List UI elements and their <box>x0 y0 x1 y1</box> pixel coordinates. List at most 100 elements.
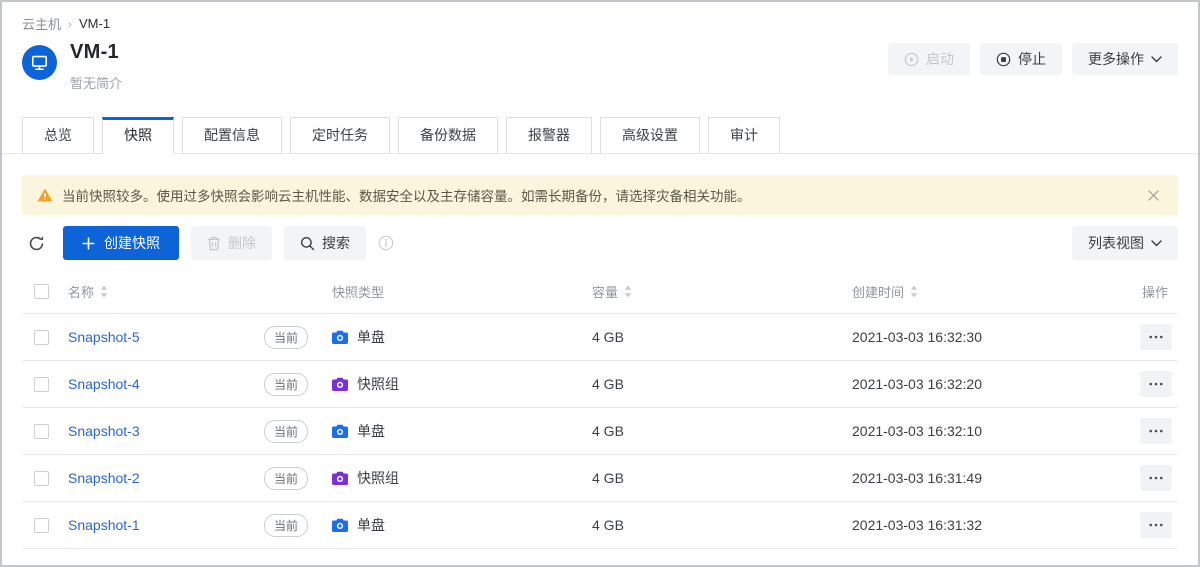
capacity-value: 4 GB <box>592 470 852 486</box>
monitor-icon <box>30 53 49 72</box>
delete-button-label: 删除 <box>228 233 256 253</box>
row-actions-button[interactable] <box>1140 324 1172 350</box>
start-button[interactable]: 启动 <box>888 43 970 75</box>
created-time-value: 2021-03-03 16:32:10 <box>852 423 1112 439</box>
delete-button[interactable]: 删除 <box>191 226 272 260</box>
tab-scheduled-tasks[interactable]: 定时任务 <box>290 117 390 153</box>
row-checkbox[interactable] <box>34 518 49 533</box>
stop-circle-icon <box>996 52 1011 67</box>
created-time-value: 2021-03-03 16:32:20 <box>852 376 1112 392</box>
breadcrumb-current: VM-1 <box>79 16 110 31</box>
vm-avatar <box>22 45 57 80</box>
breadcrumb-root[interactable]: 云主机 <box>22 14 61 33</box>
table-row: Snapshot-4 当前 快照组 4 GB 2021-03-03 16:32:… <box>22 361 1178 408</box>
vm-detail-page: { "colors": { "primary": "#0c64d8", "lin… <box>0 0 1200 567</box>
column-header-name[interactable]: 名称 <box>68 282 94 301</box>
snapshot-name-link[interactable]: Snapshot-2 <box>68 470 140 486</box>
snapshot-name-link[interactable]: Snapshot-3 <box>68 423 140 439</box>
start-button-label: 启动 <box>926 49 954 69</box>
current-badge: 当前 <box>264 420 308 443</box>
table-header: 名称 快照类型 容量 创建时间 操作 <box>22 270 1178 314</box>
create-snapshot-button[interactable]: 创建快照 <box>63 226 179 260</box>
view-mode-label: 列表视图 <box>1088 233 1144 253</box>
warning-banner-text: 当前快照较多。使用过多快照会影响云主机性能、数据安全以及主存储容量。如需长期备份… <box>62 185 751 205</box>
camera-icon <box>332 330 348 344</box>
sort-icon[interactable] <box>100 285 108 298</box>
tab-bar: 总览 快照 配置信息 定时任务 备份数据 报警器 高级设置 审计 <box>2 117 1198 154</box>
snapshot-name-link[interactable]: Snapshot-1 <box>68 517 140 533</box>
row-actions-button[interactable] <box>1140 465 1172 491</box>
page-title: VM-1 <box>70 41 122 64</box>
breadcrumb: 云主机 › VM-1 <box>2 2 1198 33</box>
stop-button[interactable]: 停止 <box>980 43 1062 75</box>
snapshot-name-link[interactable]: Snapshot-4 <box>68 376 140 392</box>
tab-backup-data[interactable]: 备份数据 <box>398 117 498 153</box>
snapshot-type-label: 快照组 <box>357 468 399 488</box>
close-icon[interactable] <box>1144 186 1163 205</box>
info-icon[interactable] <box>378 235 394 251</box>
created-time-value: 2021-03-03 16:32:30 <box>852 329 1112 345</box>
more-horizontal-icon <box>1149 523 1163 527</box>
select-all-checkbox[interactable] <box>34 284 49 299</box>
stop-button-label: 停止 <box>1018 49 1046 69</box>
table-row: Snapshot-2 当前 快照组 4 GB 2021-03-03 16:31:… <box>22 455 1178 502</box>
snapshot-type-label: 单盘 <box>357 421 385 441</box>
warning-icon <box>37 188 53 202</box>
tab-audit[interactable]: 审计 <box>708 117 780 153</box>
row-actions-button[interactable] <box>1140 371 1172 397</box>
chevron-down-icon <box>1151 240 1162 247</box>
capacity-value: 4 GB <box>592 517 852 533</box>
more-horizontal-icon <box>1149 382 1163 386</box>
tab-content: 当前快照较多。使用过多快照会影响云主机性能、数据安全以及主存储容量。如需长期备份… <box>2 175 1198 549</box>
trash-icon <box>207 236 221 251</box>
capacity-value: 4 GB <box>592 423 852 439</box>
tab-advanced-settings[interactable]: 高级设置 <box>600 117 700 153</box>
search-button-label: 搜索 <box>322 233 350 253</box>
camera-icon <box>332 377 348 391</box>
table-row: Snapshot-3 当前 单盘 4 GB 2021-03-03 16:32:1… <box>22 408 1178 455</box>
row-actions-button[interactable] <box>1140 418 1172 444</box>
plus-icon <box>82 237 95 250</box>
more-actions-label: 更多操作 <box>1088 49 1144 69</box>
column-header-type: 快照类型 <box>332 282 384 301</box>
current-badge: 当前 <box>264 514 308 537</box>
view-mode-select[interactable]: 列表视图 <box>1072 226 1178 260</box>
search-button[interactable]: 搜索 <box>284 226 366 260</box>
refresh-button[interactable] <box>22 229 51 258</box>
snapshot-name-link[interactable]: Snapshot-5 <box>68 329 140 345</box>
created-time-value: 2021-03-03 16:31:32 <box>852 517 1112 533</box>
row-checkbox[interactable] <box>34 330 49 345</box>
more-actions-button[interactable]: 更多操作 <box>1072 43 1178 75</box>
table-row: Snapshot-1 当前 单盘 4 GB 2021-03-03 16:31:3… <box>22 502 1178 549</box>
tab-overview[interactable]: 总览 <box>22 117 94 153</box>
row-checkbox[interactable] <box>34 377 49 392</box>
camera-icon <box>332 471 348 485</box>
tab-alarms[interactable]: 报警器 <box>506 117 592 153</box>
more-horizontal-icon <box>1149 429 1163 433</box>
sort-icon[interactable] <box>910 285 918 298</box>
tab-snapshot[interactable]: 快照 <box>102 117 174 153</box>
camera-icon <box>332 518 348 532</box>
current-badge: 当前 <box>264 467 308 490</box>
created-time-value: 2021-03-03 16:31:49 <box>852 470 1112 486</box>
page-header: VM-1 暂无简介 启动 停止 更多操作 <box>2 33 1198 92</box>
tab-config-info[interactable]: 配置信息 <box>182 117 282 153</box>
row-checkbox[interactable] <box>34 471 49 486</box>
play-circle-icon <box>904 52 919 67</box>
sort-icon[interactable] <box>624 285 632 298</box>
current-badge: 当前 <box>264 326 308 349</box>
snapshot-type-label: 单盘 <box>357 327 385 347</box>
toolbar: 创建快照 删除 搜索 列表视图 <box>22 226 1178 260</box>
search-icon <box>300 236 315 251</box>
chevron-down-icon <box>1151 56 1162 63</box>
row-actions-button[interactable] <box>1140 512 1172 538</box>
snapshot-table: 名称 快照类型 容量 创建时间 操作 <box>22 270 1178 549</box>
column-header-actions: 操作 <box>1142 282 1168 301</box>
column-header-capacity[interactable]: 容量 <box>592 282 618 301</box>
table-row: Snapshot-5 当前 单盘 4 GB 2021-03-03 16:32:3… <box>22 314 1178 361</box>
refresh-icon <box>28 235 45 252</box>
current-badge: 当前 <box>264 373 308 396</box>
column-header-created[interactable]: 创建时间 <box>852 282 904 301</box>
page-subtitle: 暂无简介 <box>70 73 122 92</box>
row-checkbox[interactable] <box>34 424 49 439</box>
